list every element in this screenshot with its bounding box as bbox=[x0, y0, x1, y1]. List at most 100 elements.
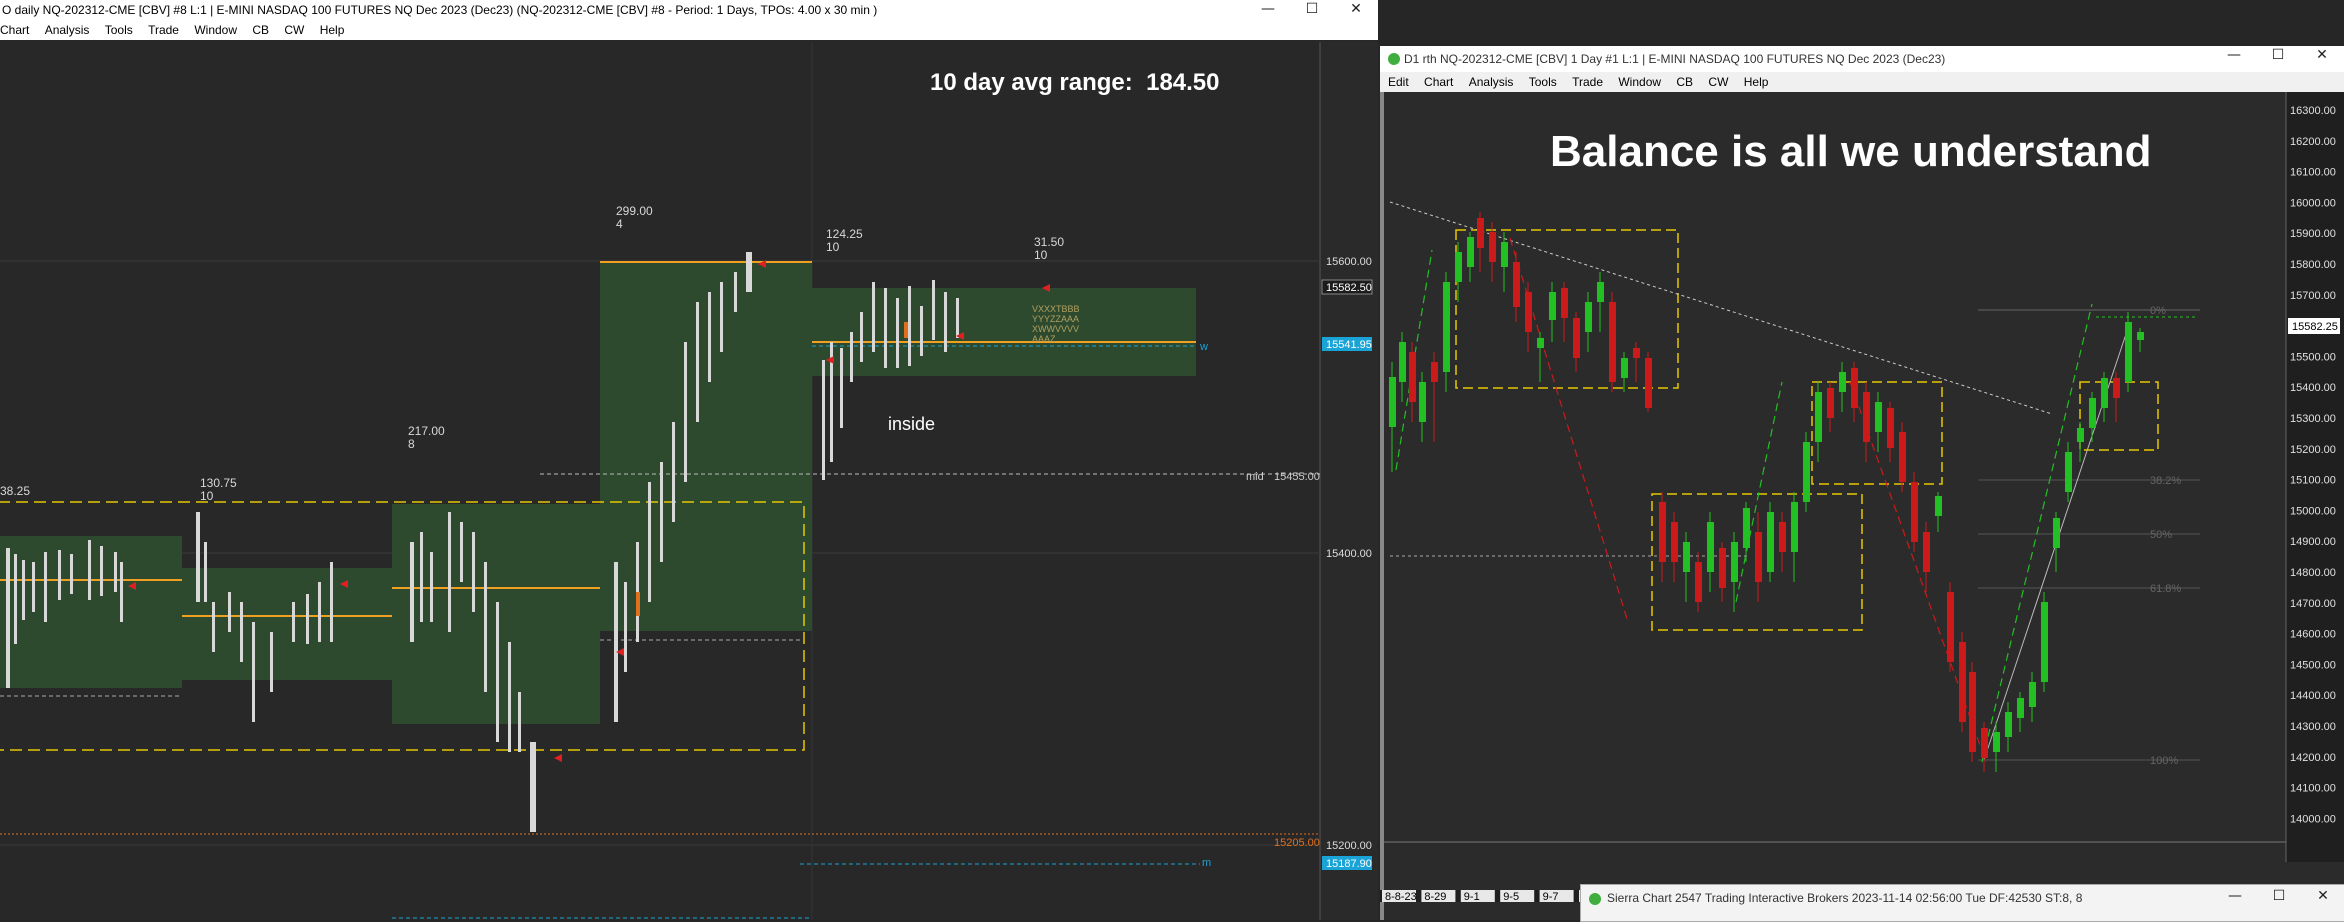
close-button[interactable]: ✕ bbox=[2301, 887, 2344, 907]
menu-cw[interactable]: CW bbox=[1708, 72, 1728, 92]
menu-trade[interactable]: Trade bbox=[148, 20, 179, 40]
profile-label-count: 4 bbox=[616, 217, 623, 231]
right-title-bar[interactable]: D1 rth NQ-202312-CME [CBV] 1 Day #1 L:1 … bbox=[1380, 46, 2344, 72]
price-axis-label: 14900.00 bbox=[2290, 536, 2336, 548]
svg-text:XWWVVVV: XWWVVVV bbox=[1032, 324, 1079, 334]
right-menu-bar: Edit Chart Analysis Tools Trade Window C… bbox=[1380, 72, 2344, 92]
price-axis-label: 15500.00 bbox=[2290, 351, 2336, 363]
menu-analysis[interactable]: Analysis bbox=[45, 20, 90, 40]
close-button[interactable]: ✕ bbox=[2300, 46, 2344, 66]
profile-label-value: 31.50 bbox=[1034, 235, 1064, 249]
price-axis-label: 14800.00 bbox=[2290, 567, 2336, 579]
price-axis-label: 14000.00 bbox=[2290, 813, 2336, 825]
mid-label: mid bbox=[1246, 471, 1264, 483]
price-axis-label: 15187.90 bbox=[1326, 858, 1372, 870]
price-axis-label: 14500.00 bbox=[2290, 659, 2336, 671]
app-icon bbox=[1388, 53, 1400, 65]
price-axis-label: 16000.00 bbox=[2290, 197, 2336, 209]
right-window-title: D1 rth NQ-202312-CME [CBV] 1 Day #1 L:1 … bbox=[1404, 52, 1946, 66]
profile-label-value: 124.25 bbox=[826, 227, 863, 241]
price-axis-label: 15205.00 bbox=[1274, 837, 1320, 849]
maximize-button[interactable]: ☐ bbox=[1290, 0, 1334, 20]
menu-chart[interactable]: Chart bbox=[0, 20, 29, 40]
date-axis-label: 9-1 bbox=[1464, 891, 1480, 903]
profile-label-value: 217.00 bbox=[408, 424, 445, 438]
price-axis-label: 15800.00 bbox=[2290, 259, 2336, 271]
inside-annotation: inside bbox=[888, 414, 935, 434]
maximize-button[interactable]: ☐ bbox=[2256, 46, 2300, 66]
price-axis-label: 15900.00 bbox=[2290, 228, 2336, 240]
menu-cw[interactable]: CW bbox=[284, 20, 304, 40]
profile-label-count: 10 bbox=[826, 240, 840, 254]
minimize-button[interactable]: — bbox=[2212, 46, 2256, 66]
price-axis-label: 16200.00 bbox=[2290, 136, 2336, 148]
price-axis-label: 16300.00 bbox=[2290, 105, 2336, 117]
price-axis-label: 15200.00 bbox=[1326, 840, 1372, 852]
minimize-button[interactable]: — bbox=[2213, 887, 2257, 907]
profile-label-count: 8 bbox=[408, 437, 415, 451]
headline-annotation: Balance is all we understand bbox=[1550, 127, 2152, 176]
profile-label-value: 130.75 bbox=[200, 476, 237, 490]
market-profile-chart[interactable]: VXXXTBBB YYYZZAAA XWWVVVV AAAZ 38.25 130… bbox=[0, 42, 1378, 920]
fib-label: 50% bbox=[2150, 529, 2172, 541]
price-axis-label: 15541.95 bbox=[1326, 339, 1372, 351]
minimize-button[interactable]: — bbox=[1246, 0, 1290, 20]
price-axis-label: 14700.00 bbox=[2290, 598, 2336, 610]
profile-label-count: 10 bbox=[200, 489, 214, 503]
date-axis-label: 8-29 bbox=[1424, 891, 1446, 903]
price-axis-label: 14400.00 bbox=[2290, 690, 2336, 702]
price-axis-label: 15300.00 bbox=[2290, 413, 2336, 425]
menu-edit[interactable]: Edit bbox=[1388, 72, 1409, 92]
menu-chart[interactable]: Chart bbox=[1424, 72, 1453, 92]
price-axis-label: 14200.00 bbox=[2290, 752, 2336, 764]
market-profile-window: O daily NQ-202312-CME [CBV] #8 L:1 | E-M… bbox=[0, 0, 1378, 920]
left-title-bar[interactable]: O daily NQ-202312-CME [CBV] #8 L:1 | E-M… bbox=[0, 0, 1378, 20]
price-axis-label: 15700.00 bbox=[2290, 290, 2336, 302]
svg-text:VXXXTBBB: VXXXTBBB bbox=[1032, 304, 1080, 314]
avg-range-annotation: 10 day avg range: 184.50 bbox=[930, 69, 1220, 96]
price-axis-label: 14600.00 bbox=[2290, 629, 2336, 641]
price-axis-label: 16100.00 bbox=[2290, 167, 2336, 179]
fib-label: 100% bbox=[2150, 755, 2178, 767]
fib-label: 0% bbox=[2150, 305, 2166, 317]
date-axis-label: 8-8-23 bbox=[1385, 891, 1417, 903]
last-price-label: 15582.25 bbox=[2292, 321, 2338, 333]
candlestick-chart[interactable]: Balance is all we understand 0% 38.2% 50… bbox=[1380, 92, 2344, 920]
close-button[interactable]: ✕ bbox=[1334, 0, 1378, 20]
menu-window[interactable]: Window bbox=[194, 20, 237, 40]
daily-chart-window: D1 rth NQ-202312-CME [CBV] 1 Day #1 L:1 … bbox=[1380, 46, 2344, 920]
menu-cb[interactable]: CB bbox=[1676, 72, 1693, 92]
price-axis-label: 15400.00 bbox=[1326, 548, 1372, 560]
price-axis-label: 15100.00 bbox=[2290, 475, 2336, 487]
price-axis-label: 15455.00 bbox=[1274, 471, 1320, 483]
svg-text:AAAZ: AAAZ bbox=[1032, 334, 1056, 344]
menu-help[interactable]: Help bbox=[320, 20, 345, 40]
left-menu-bar: Chart Analysis Tools Trade Window CB CW … bbox=[0, 20, 1378, 40]
price-axis-label: 15000.00 bbox=[2290, 505, 2336, 517]
menu-window[interactable]: Window bbox=[1618, 72, 1661, 92]
date-axis-label: 9-5 bbox=[1503, 891, 1519, 903]
menu-tools[interactable]: Tools bbox=[105, 20, 133, 40]
price-axis-label: 14300.00 bbox=[2290, 721, 2336, 733]
price-axis-label: 15600.00 bbox=[1326, 256, 1372, 268]
svg-text:YYYZZAAA: YYYZZAAA bbox=[1032, 314, 1079, 324]
w-label: w bbox=[1199, 341, 1208, 353]
profile-label-count: 10 bbox=[1034, 248, 1048, 262]
left-window-title: O daily NQ-202312-CME [CBV] #8 L:1 | E-M… bbox=[2, 3, 878, 17]
menu-analysis[interactable]: Analysis bbox=[1469, 72, 1514, 92]
menu-help[interactable]: Help bbox=[1744, 72, 1769, 92]
app-icon bbox=[1589, 893, 1601, 905]
price-axis-label: 15400.00 bbox=[2290, 382, 2336, 394]
profile-label-value: 299.00 bbox=[616, 204, 653, 218]
main-window-title: Sierra Chart 2547 Trading Interactive Br… bbox=[1607, 891, 2083, 905]
fib-label: 61.8% bbox=[2150, 583, 2181, 595]
maximize-button[interactable]: ☐ bbox=[2257, 887, 2301, 907]
menu-trade[interactable]: Trade bbox=[1572, 72, 1603, 92]
sierra-chart-main-window[interactable]: Sierra Chart 2547 Trading Interactive Br… bbox=[1580, 884, 2344, 922]
date-axis-label: 9-7 bbox=[1543, 891, 1559, 903]
price-axis-label: 14100.00 bbox=[2290, 783, 2336, 795]
profile-label-value: 38.25 bbox=[0, 484, 30, 498]
menu-cb[interactable]: CB bbox=[252, 20, 269, 40]
m-label: m bbox=[1202, 857, 1211, 869]
menu-tools[interactable]: Tools bbox=[1529, 72, 1557, 92]
